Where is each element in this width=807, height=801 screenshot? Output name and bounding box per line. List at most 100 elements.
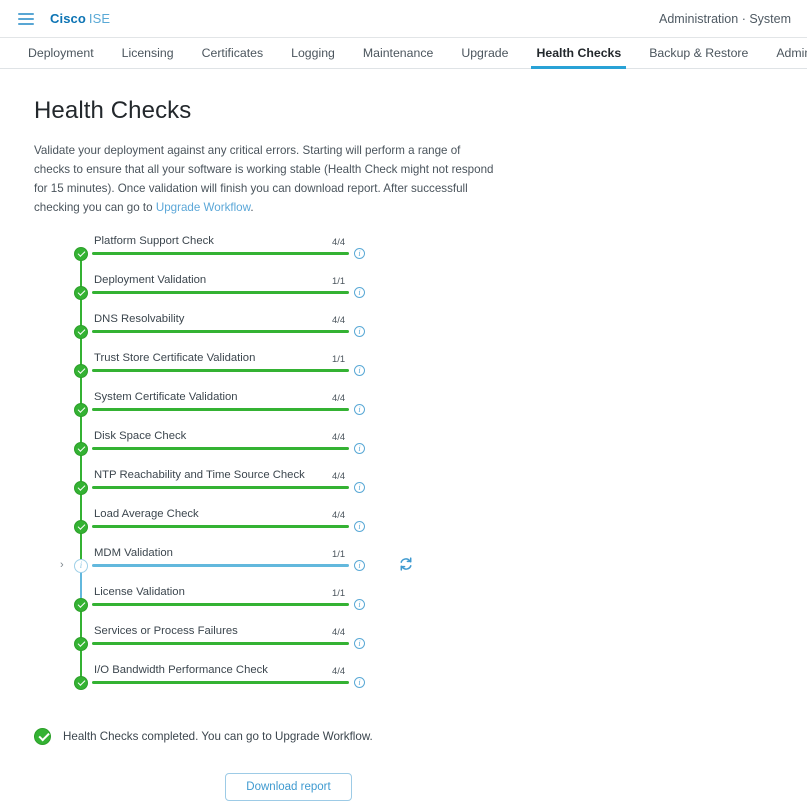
download-report-button[interactable]: Download report <box>225 772 352 801</box>
hamburger-icon[interactable] <box>18 12 34 25</box>
health-checks-list: Platform Support Check 4/4 i Deployment Val… <box>36 230 773 698</box>
info-icon[interactable]: i <box>354 637 365 649</box>
health-check-label: Disk Space Check <box>94 429 187 442</box>
completion-status-text: Health Checks completed. You can go to U… <box>63 729 373 743</box>
health-check-label: Load Average Check <box>94 507 199 520</box>
success-check-icon[interactable] <box>74 402 88 417</box>
health-check-count: 1/1 <box>332 586 346 598</box>
health-check-progress-bar <box>92 680 349 684</box>
tab-deployment[interactable]: Deployment <box>14 38 108 68</box>
health-check-progress-bar <box>92 329 349 333</box>
success-check-icon[interactable] <box>74 363 88 378</box>
health-check-progress-bar <box>92 290 349 294</box>
health-check-label: NTP Reachability and Time Source Check <box>94 468 305 481</box>
upgrade-workflow-link[interactable]: Upgrade Workflow <box>156 201 251 214</box>
tab-maintenance[interactable]: Maintenance <box>349 38 447 68</box>
page-title: Health Checks <box>34 97 192 124</box>
health-check-progress-bar <box>92 563 349 567</box>
top-bar: Cisco ISE Administration · System <box>0 0 807 37</box>
info-icon[interactable]: i <box>354 286 365 298</box>
health-check-label: Services or Process Failures <box>94 624 238 637</box>
success-check-icon[interactable] <box>74 675 88 690</box>
health-check-progress-bar <box>92 524 349 528</box>
health-check-row: › i MDM Validation 1/1 i <box>36 541 773 581</box>
page-description: Validate your deployment against any cri… <box>34 141 496 218</box>
info-icon[interactable]: i <box>354 247 365 259</box>
health-check-row: Load Average Check 4/4 i <box>36 502 773 542</box>
health-check-count: 4/4 <box>332 469 346 481</box>
health-check-count: 1/1 <box>332 547 346 559</box>
health-check-progress-bar <box>92 485 349 489</box>
info-icon[interactable]: i <box>354 481 365 493</box>
health-check-row: DNS Resolvability 4/4 i <box>36 307 773 347</box>
tab-logging[interactable]: Logging <box>277 38 349 68</box>
tab-licensing[interactable]: Licensing <box>108 38 188 68</box>
success-check-icon[interactable] <box>74 636 88 651</box>
health-check-row: License Validation 1/1 i <box>36 580 773 620</box>
info-icon[interactable]: i <box>354 442 365 454</box>
health-check-count: 1/1 <box>332 274 346 286</box>
tab-health-checks[interactable]: Health Checks <box>522 38 635 69</box>
health-check-row: Platform Support Check 4/4 i <box>36 230 773 269</box>
health-check-count: 4/4 <box>332 508 346 520</box>
info-status-icon[interactable]: i <box>74 558 88 573</box>
info-icon[interactable]: i <box>354 364 365 376</box>
page-content: Health Checks Validate your deployment a… <box>0 69 807 801</box>
info-icon[interactable]: i <box>354 403 365 415</box>
health-check-row: NTP Reachability and Time Source Check 4/… <box>36 463 773 503</box>
health-check-row: Deployment Validation 1/1 i <box>36 268 773 308</box>
health-check-progress-bar <box>92 641 349 645</box>
info-icon[interactable]: i <box>354 676 365 688</box>
health-check-label: I/O Bandwidth Performance Check <box>94 663 268 676</box>
health-check-count: 1/1 <box>332 352 346 364</box>
tab-certificates[interactable]: Certificates <box>188 38 278 68</box>
brand-primary: Cisco <box>50 11 86 26</box>
tab-bar: Deployment Licensing Certificates Logging Ma… <box>0 37 807 69</box>
health-check-label: License Validation <box>94 585 185 598</box>
health-check-label: DNS Resolvability <box>94 312 185 325</box>
brand-secondary: ISE <box>88 11 111 26</box>
success-check-icon[interactable] <box>74 480 88 495</box>
success-check-icon[interactable] <box>74 285 88 300</box>
health-check-count: 4/4 <box>332 430 346 442</box>
health-check-count: 4/4 <box>332 313 346 325</box>
info-icon[interactable]: i <box>354 520 365 532</box>
refresh-icon[interactable] <box>398 556 414 572</box>
success-check-icon[interactable] <box>74 519 88 534</box>
health-check-progress-bar <box>92 602 349 606</box>
tab-admin-access[interactable]: Admin Access <box>762 38 807 68</box>
success-check-icon[interactable] <box>74 441 88 456</box>
health-check-count: 4/4 <box>332 235 346 247</box>
tab-upgrade[interactable]: Upgrade <box>447 38 522 68</box>
expand-chevron-icon[interactable]: › <box>60 559 64 571</box>
check-circle-icon <box>34 727 51 745</box>
health-check-row: Trust Store Certificate Validation 1/1 i <box>36 346 773 386</box>
tab-backup-restore[interactable]: Backup & Restore <box>635 38 762 68</box>
breadcrumb: Administration · System <box>659 11 791 26</box>
description-text-part2: . <box>250 201 254 215</box>
health-check-label: System Certificate Validation <box>94 390 238 403</box>
health-check-progress-bar <box>92 368 349 372</box>
health-check-row: Services or Process Failures 4/4 i <box>36 619 773 659</box>
health-check-progress-bar <box>92 407 349 411</box>
info-icon[interactable]: i <box>354 598 365 610</box>
health-check-row: I/O Bandwidth Performance Check 4/4 i <box>36 658 773 698</box>
health-check-count: 4/4 <box>332 391 346 403</box>
health-check-label: Deployment Validation <box>94 273 207 286</box>
health-check-row: Disk Space Check 4/4 i <box>36 424 773 464</box>
health-check-count: 4/4 <box>332 664 346 676</box>
health-check-label: Platform Support Check <box>94 234 214 247</box>
info-icon[interactable]: i <box>354 559 365 571</box>
health-check-count: 4/4 <box>332 625 346 637</box>
health-check-label: Trust Store Certificate Validation <box>94 351 256 364</box>
brand-logo[interactable]: Cisco ISE <box>50 11 110 26</box>
info-icon[interactable]: i <box>354 325 365 337</box>
action-bar: Download report <box>34 772 773 801</box>
health-check-progress-bar <box>92 251 349 255</box>
health-check-label: MDM Validation <box>94 546 173 559</box>
success-check-icon[interactable] <box>74 324 88 339</box>
description-text-part1: Validate your deployment against any cri… <box>34 144 494 215</box>
completion-status: Health Checks completed. You can go to U… <box>34 727 773 745</box>
success-check-icon[interactable] <box>74 246 88 261</box>
success-check-icon[interactable] <box>74 597 88 612</box>
